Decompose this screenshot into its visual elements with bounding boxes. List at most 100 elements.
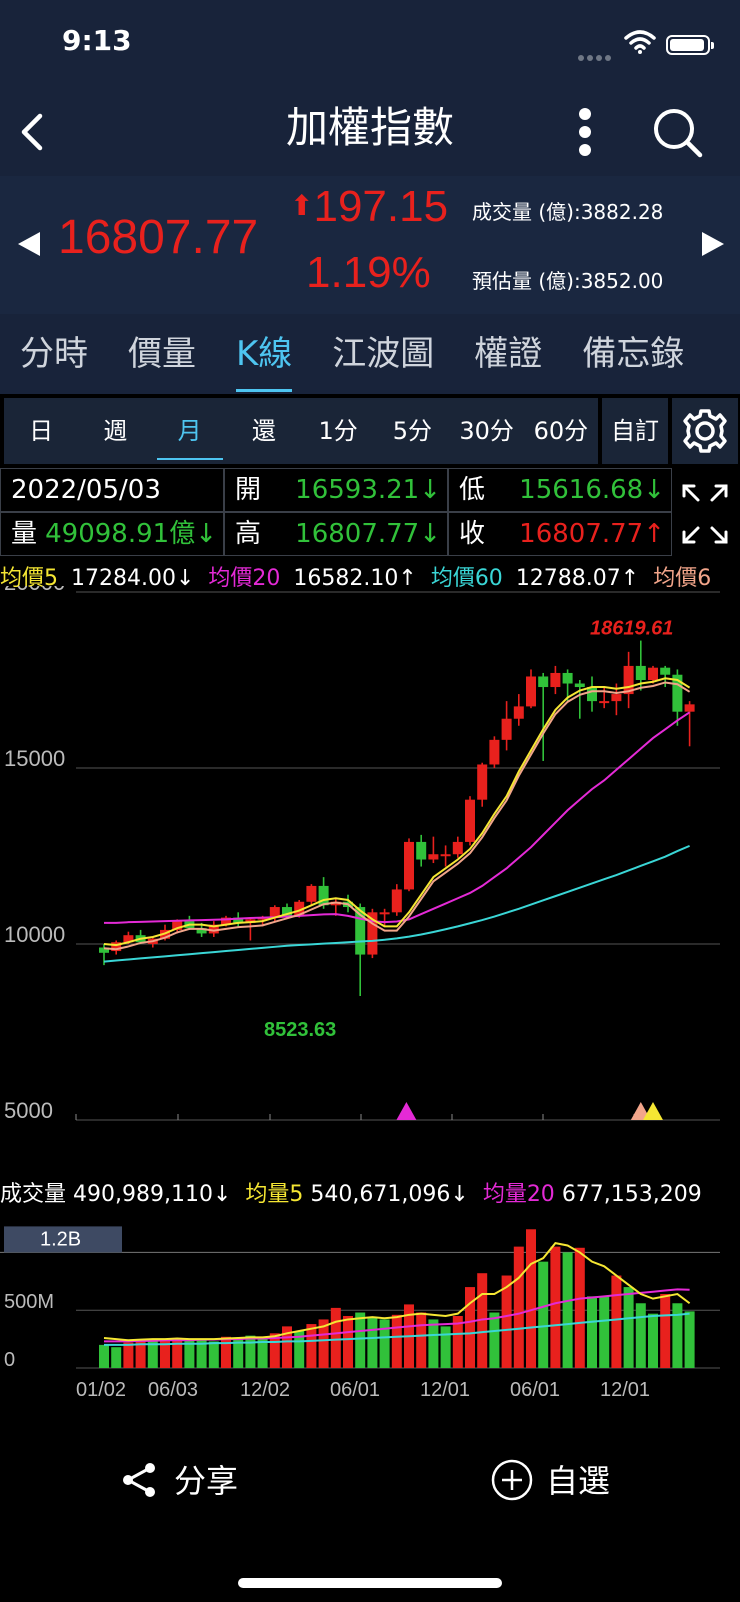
volume-bar — [440, 1326, 451, 1368]
add-circle-icon — [491, 1459, 533, 1501]
volume-bar — [562, 1252, 573, 1368]
candle-body — [477, 764, 488, 800]
settings-gear-icon[interactable] — [672, 398, 738, 464]
volume-cursor-label: 1.2B — [40, 1228, 81, 1250]
share-label: 分享 — [174, 1462, 239, 1500]
volume-bar — [672, 1303, 683, 1368]
tab-1[interactable]: 價量 — [108, 314, 216, 394]
x-tick-label: 01/02 — [76, 1379, 126, 1401]
candle-body — [526, 676, 536, 707]
period-0[interactable]: 日 — [4, 398, 78, 464]
volume-bar — [208, 1341, 219, 1368]
candle-body — [587, 687, 597, 702]
close-value: 16807.77↑ — [519, 519, 665, 549]
x-tick-label: 06/03 — [148, 1379, 198, 1401]
tab-3[interactable]: 江波圖 — [312, 314, 454, 394]
volume-bar — [599, 1296, 610, 1368]
high-value: 16807.77↓ — [295, 519, 441, 549]
share-button[interactable]: 分享 — [120, 1456, 238, 1502]
low-label: 低 — [459, 475, 486, 505]
candle-body — [513, 706, 524, 719]
volume-value: 49098.91億↓ — [45, 519, 217, 549]
candle-body — [501, 718, 512, 740]
next-stock-icon[interactable] — [700, 230, 726, 258]
candle-body — [465, 799, 475, 842]
previous-stock-icon[interactable] — [16, 230, 42, 258]
x-tick-label: 06/01 — [330, 1379, 380, 1401]
volume-bar — [489, 1312, 500, 1368]
wifi-icon — [624, 30, 656, 54]
period-4[interactable]: 1分 — [301, 398, 375, 464]
search-icon[interactable] — [648, 104, 706, 160]
signal-icon — [578, 46, 614, 65]
candle-body — [635, 665, 646, 680]
info-volume: 量 49098.91億↓ — [0, 512, 224, 556]
volume-bar — [343, 1315, 353, 1368]
y-tick-label: 20000 — [4, 586, 65, 595]
index-price: 16807.77 — [58, 211, 259, 264]
tab-2[interactable]: K線 — [216, 314, 312, 394]
watchlist-label: 自選 — [546, 1462, 611, 1500]
chart-tabs: 分時 價量 K線 江波圖 權證 備忘錄 — [0, 314, 740, 394]
info-high: 高 16807.77↓ — [224, 512, 448, 556]
volume-label: 成交量 (億):3882.28 — [472, 200, 664, 224]
custom-period-button[interactable]: 自訂 — [602, 398, 668, 464]
candle-body — [440, 854, 451, 857]
add-watchlist-button[interactable]: 自選 — [490, 1456, 610, 1502]
volume-bar — [367, 1317, 378, 1368]
period-6[interactable]: 30分 — [450, 398, 524, 464]
period-7[interactable]: 60分 — [524, 398, 598, 464]
more-options-icon[interactable] — [570, 104, 600, 160]
candle-body — [379, 912, 390, 915]
info-close: 收 16807.77↑ — [448, 512, 672, 556]
volume-chart[interactable]: 1.5B500M01.2B01/0206/0312/0206/0112/0106… — [0, 1200, 740, 1426]
volume-bar — [623, 1287, 634, 1368]
candle-body — [574, 683, 585, 688]
period-2[interactable]: 月 — [153, 398, 227, 464]
volume-bar — [538, 1261, 549, 1368]
volume-bar — [428, 1319, 439, 1368]
candle-body — [550, 672, 561, 688]
status-time: 9:13 — [62, 24, 132, 57]
volume-bar — [550, 1246, 561, 1368]
tab-0[interactable]: 分時 — [0, 314, 108, 394]
period-1[interactable]: 週 — [78, 398, 152, 464]
volume-bar — [123, 1342, 134, 1368]
volume-bar — [648, 1313, 658, 1368]
volume-bar — [221, 1336, 231, 1368]
candle-body — [599, 701, 610, 704]
tab-4[interactable]: 權證 — [454, 314, 562, 394]
volume-bar — [684, 1311, 695, 1368]
period-3[interactable]: 還 — [227, 398, 301, 464]
candle-body — [660, 667, 671, 675]
volume-bar — [465, 1287, 475, 1368]
open-value: 16593.21↓ — [295, 475, 441, 505]
volume-bar — [635, 1303, 646, 1368]
y-tick-label: 10000 — [4, 922, 65, 947]
candle-body — [452, 841, 463, 855]
volume-bar — [513, 1246, 524, 1368]
volume-bar — [245, 1335, 256, 1368]
info-date: 2022/05/03 — [0, 468, 224, 512]
period-selector: 日週月還 1分 5分 30分 60分 — [4, 398, 598, 464]
period-5[interactable]: 5分 — [375, 398, 449, 464]
candle-body — [562, 672, 573, 684]
volume-y-tick-label: 0 — [4, 1349, 15, 1371]
volume-bar — [660, 1294, 671, 1368]
change-percent: 1.19% — [306, 248, 431, 297]
x-tick-label: 12/02 — [240, 1379, 290, 1401]
high-label: 高 — [235, 519, 262, 549]
volume-bar — [306, 1324, 317, 1368]
share-icon — [123, 1463, 155, 1497]
volume-bar — [147, 1341, 158, 1368]
candlestick-chart[interactable]: 20000 15000 10000 5000 18619.61 8523.63 — [0, 586, 740, 1156]
volume-bar — [172, 1337, 183, 1368]
signal-marker — [643, 1102, 663, 1120]
candle-body — [538, 676, 549, 688]
volume-y-tick-label: 500M — [4, 1291, 54, 1313]
fullscreen-expand-icon[interactable] — [676, 474, 734, 554]
volume-bar — [526, 1229, 536, 1368]
tab-5[interactable]: 備忘錄 — [562, 314, 704, 394]
candle-body — [489, 739, 500, 765]
close-label: 收 — [459, 519, 486, 549]
